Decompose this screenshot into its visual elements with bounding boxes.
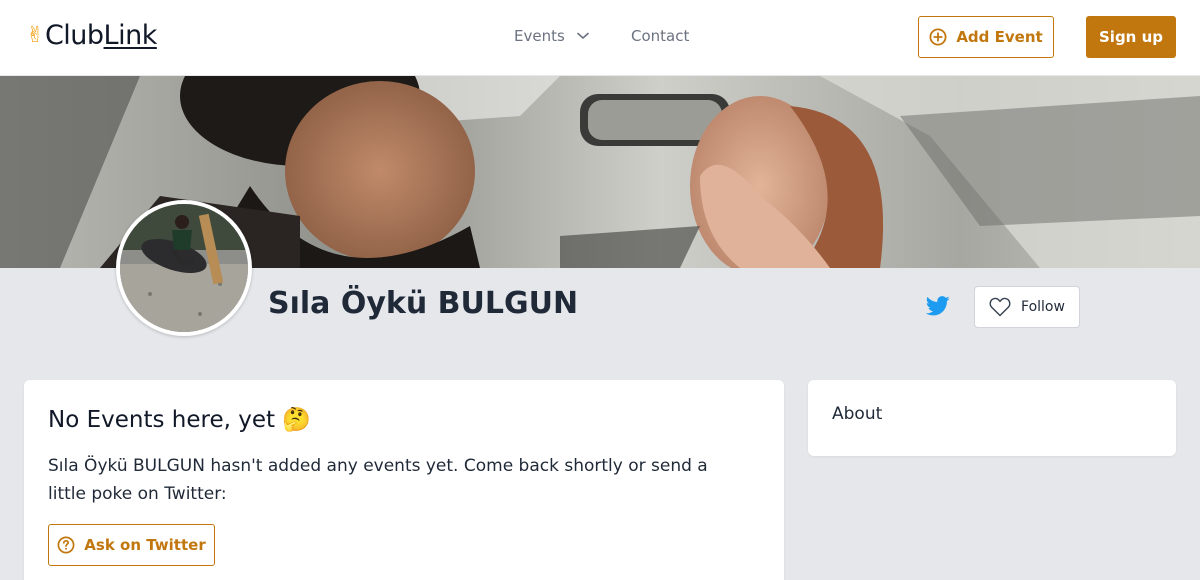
ask-on-twitter-button[interactable]: Ask on Twitter — [48, 524, 215, 566]
avatar-image — [120, 204, 248, 332]
plus-circle-icon — [929, 28, 947, 46]
add-event-label: Add Event — [956, 28, 1043, 46]
heart-icon — [989, 297, 1011, 317]
twitter-icon[interactable] — [925, 296, 950, 320]
no-events-title: No Events here, yet 🤔 — [48, 407, 311, 433]
events-card: No Events here, yet 🤔 Sıla Öykü BULGUN h… — [24, 380, 784, 580]
no-events-message: Sıla Öykü BULGUN hasn't added any events… — [48, 456, 708, 504]
follow-button[interactable]: Follow — [974, 286, 1080, 328]
logo-text-club: Club — [44, 20, 104, 51]
ask-on-twitter-label: Ask on Twitter — [84, 536, 206, 554]
logo-text-link: Link — [103, 20, 158, 51]
site-header: ✌ Club Link Events Contact Add Event Sig… — [0, 0, 1200, 76]
follow-label: Follow — [1021, 299, 1065, 315]
main-nav: Events Contact — [514, 27, 689, 45]
chevron-down-icon — [576, 32, 589, 39]
clublink-logo[interactable]: ✌ Club Link — [26, 20, 157, 51]
victory-hand-icon: ✌ — [26, 23, 44, 48]
nav-events-label: Events — [514, 27, 565, 45]
profile-avatar — [116, 200, 252, 336]
about-card: About — [808, 380, 1176, 456]
sign-up-button[interactable]: Sign up — [1086, 16, 1176, 58]
profile-name: Sıla Öykü BULGUN — [268, 286, 579, 321]
add-event-button[interactable]: Add Event — [918, 16, 1054, 58]
nav-contact-link[interactable]: Contact — [631, 27, 689, 45]
nav-events-dropdown[interactable]: Events — [514, 27, 589, 45]
about-title: About — [832, 404, 883, 424]
sign-up-label: Sign up — [1099, 28, 1163, 46]
question-circle-icon — [57, 536, 75, 554]
